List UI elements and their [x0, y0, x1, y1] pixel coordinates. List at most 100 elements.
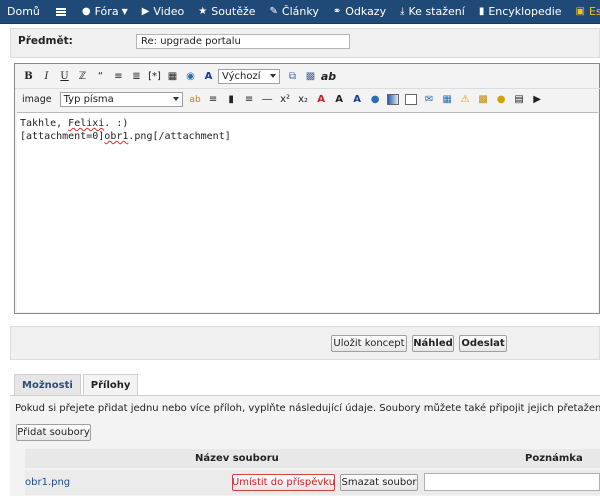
warning-icon[interactable]: ⚠: [457, 91, 474, 108]
nav-links[interactable]: ⚭ Odkazy: [326, 0, 393, 24]
attachments-table: Název souboru Poznámka obr1.png Umístit …: [15, 449, 600, 496]
flag-icon[interactable]: ▮: [223, 91, 240, 108]
post-actions: Uložit koncept Náhled Odeslat: [10, 326, 600, 360]
tab-options[interactable]: Možnosti: [14, 374, 81, 396]
download-icon: ⤓: [400, 5, 405, 17]
lock-icon[interactable]: ▩: [475, 91, 492, 108]
strikethrough-icon[interactable]: ℤ: [74, 68, 91, 85]
image-mode-label[interactable]: image: [22, 94, 52, 105]
italic-button[interactable]: I: [38, 68, 55, 85]
post-textarea[interactable]: Takhle, Felixi. :) [attachment=0]obr1.pn…: [17, 112, 598, 312]
editor-text-misspelled: obr1: [104, 131, 129, 142]
letter-a-red-icon[interactable]: A: [313, 91, 330, 108]
superscript-icon[interactable]: x²: [277, 91, 294, 108]
copy-icon[interactable]: ⧉: [284, 68, 301, 85]
globe-link-icon[interactable]: ◉: [182, 68, 199, 85]
font-family-value: Typ písma: [63, 94, 114, 105]
subject-label: Předmět:: [18, 35, 73, 47]
nav-articles-label: Články: [281, 5, 319, 18]
subject-input[interactable]: Re: upgrade portalu: [136, 34, 350, 49]
chat-bubble-icon: ●: [81, 5, 91, 17]
editor-text: .png[/attachment]: [128, 131, 231, 142]
delete-file-button[interactable]: Smazat soubor: [340, 474, 418, 491]
nav-eshop-label: Eshop: [588, 5, 600, 18]
bold-button[interactable]: B: [20, 68, 37, 85]
nav-encyclopedia-label: Encyklopedie: [488, 5, 562, 18]
font-size-value: Výchozí: [222, 70, 261, 82]
nav-links-label: Odkazy: [345, 5, 387, 18]
post-editor: B I U ℤ “ ≡ ≣ [*] ▦ ◉ A Výchozí ⧉ ▩ ab i…: [14, 63, 600, 314]
nav-contests[interactable]: ★ Soutěže: [191, 0, 262, 24]
numbered-list-icon[interactable]: ≣: [128, 68, 145, 85]
gradient-icon[interactable]: [385, 91, 402, 108]
table-header: Název souboru Poznámka: [25, 449, 600, 468]
nav-eshop[interactable]: ▣ Eshop: [569, 0, 600, 24]
link-icon: ⚭: [332, 5, 342, 17]
nav-video-label: Video: [153, 5, 185, 18]
preview-button[interactable]: Náhled: [412, 335, 454, 352]
document-icon[interactable]: ▤: [511, 91, 528, 108]
editor-line-2: [attachment=0]obr1.png[/attachment]: [20, 130, 595, 143]
nav-home-label: Domů: [7, 5, 40, 18]
spell-icon[interactable]: ab: [187, 91, 204, 108]
cart-icon: ▣: [575, 5, 585, 17]
submit-button[interactable]: Odeslat: [459, 335, 507, 352]
letter-a-shadow-icon[interactable]: A: [331, 91, 348, 108]
image-icon[interactable]: ▦: [164, 68, 181, 85]
editor-text: . :): [104, 118, 129, 129]
editor-toolbar-row-1: B I U ℤ “ ≡ ≣ [*] ▦ ◉ A Výchozí ⧉ ▩ ab: [15, 65, 600, 87]
menu-toggle[interactable]: [47, 0, 75, 24]
editor-text: Takhle,: [20, 118, 69, 129]
play-circle-icon[interactable]: ▶: [529, 91, 546, 108]
chevron-down-icon: [172, 97, 179, 101]
speech-bubble-icon[interactable]: ●: [493, 91, 510, 108]
column-header-note: Poznámka: [525, 453, 583, 464]
paste-icon[interactable]: ▩: [302, 68, 319, 85]
table-icon[interactable]: ▦: [439, 91, 456, 108]
quote-icon[interactable]: “: [92, 68, 109, 85]
editor-text: [attachment=0]: [20, 131, 105, 142]
tab-attachments[interactable]: Přílohy: [82, 374, 139, 396]
add-files-button[interactable]: Přidat soubory: [16, 424, 91, 441]
frame-icon[interactable]: [403, 91, 420, 108]
font-size-select[interactable]: Výchozí: [218, 68, 280, 84]
editor-toolbar-row-2: image Typ písma ab ≡ ▮ ≡ ― x² x₂ A A A ●…: [15, 88, 600, 110]
nav-contests-label: Soutěže: [211, 5, 256, 18]
editor-text-misspelled: Felixi: [68, 118, 105, 129]
drop-icon[interactable]: ●: [367, 91, 384, 108]
nav-articles[interactable]: ✎ Články: [263, 0, 326, 24]
nav-forums[interactable]: ● Fóra ▼: [75, 0, 135, 24]
table-row: obr1.png Umístit do příspěvku Smazat sou…: [25, 470, 600, 495]
font-family-select[interactable]: Typ písma: [59, 92, 183, 107]
subscript-icon[interactable]: x₂: [295, 91, 312, 108]
column-header-filename: Název souboru: [195, 453, 279, 464]
letter-a-glow-icon[interactable]: A: [349, 91, 366, 108]
book-icon: ▮: [478, 5, 485, 17]
email-icon[interactable]: ✉: [421, 91, 438, 108]
strike-icon[interactable]: ≡: [241, 91, 258, 108]
spellcheck-button[interactable]: ab: [320, 68, 337, 85]
font-color-icon[interactable]: A: [200, 68, 217, 85]
list-item-icon[interactable]: [*]: [146, 68, 163, 85]
video-camera-icon: ▶: [141, 5, 150, 17]
nav-encyclopedia[interactable]: ▮ Encyklopedie: [472, 0, 569, 24]
underline-button[interactable]: U: [56, 68, 73, 85]
chevron-down-icon: [270, 73, 276, 78]
attachments-panel: Pokud si přejete přidat jednu nebo více …: [10, 395, 600, 496]
bullet-list-icon[interactable]: ≡: [110, 68, 127, 85]
nav-downloads-label: Ke stažení: [408, 5, 465, 18]
align-center-icon[interactable]: ≡: [205, 91, 222, 108]
attachments-info: Pokud si přejete přidat jednu nebo více …: [15, 403, 600, 414]
nav-home[interactable]: Domů: [0, 0, 47, 24]
nav-forums-label: Fóra: [94, 5, 119, 18]
horizontal-rule-icon[interactable]: ―: [259, 91, 276, 108]
editor-line-1: Takhle, Felixi. :): [20, 117, 595, 130]
save-draft-button[interactable]: Uložit koncept: [331, 335, 407, 352]
attachment-file-link[interactable]: obr1.png: [25, 477, 70, 488]
nav-downloads[interactable]: ⤓ Ke stažení: [393, 0, 472, 24]
attachment-note-input[interactable]: [424, 473, 600, 491]
menu-icon: [55, 7, 66, 16]
place-inline-button[interactable]: Umístit do příspěvku: [232, 474, 335, 491]
nav-video[interactable]: ▶ Video: [135, 0, 192, 24]
post-option-tabs: Možnosti Přílohy: [14, 374, 140, 396]
